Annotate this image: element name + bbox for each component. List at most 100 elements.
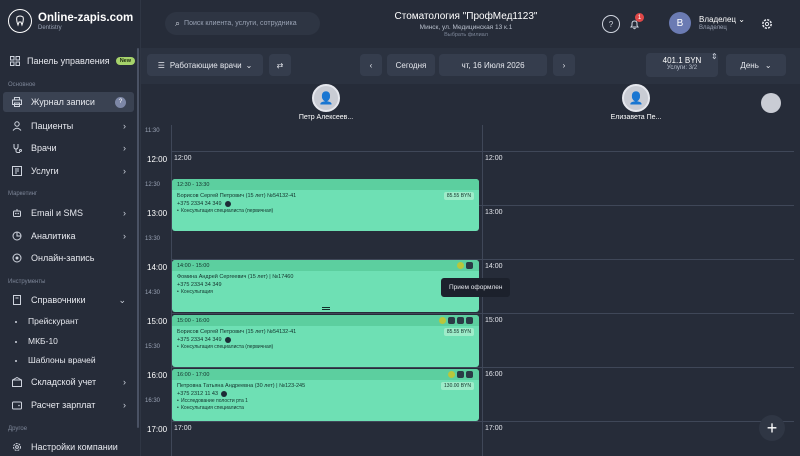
service-item: Исследование полости рта 1 [172, 397, 479, 404]
chevron-right-icon: › [123, 166, 126, 176]
online-booking-icon [10, 251, 24, 265]
patient-name: Петровна Татьяна Андреевна (30 лет) | №1… [177, 383, 306, 389]
help-icon[interactable]: ? [602, 15, 620, 33]
price-badge: 85.55 BYN [443, 328, 474, 336]
status-tooltip: Прием оформлен [441, 278, 511, 297]
total-value: 401.1 BYN [662, 56, 702, 65]
filter-settings-button[interactable]: ⇄ [269, 54, 291, 76]
sidebar: Online-zapis.com Dentistry Панель управл… [0, 0, 141, 456]
services-icon [10, 164, 24, 178]
check-icon[interactable] [457, 262, 464, 269]
price-badge: 130.00 BYN [441, 382, 474, 390]
user-icon [10, 119, 24, 133]
view-mode-dropdown[interactable]: День ⌄ [726, 54, 786, 76]
lock-icon[interactable] [466, 262, 473, 269]
brand[interactable]: Online-zapis.com Dentistry [8, 9, 134, 33]
doctor-avatar: 👤 [622, 84, 650, 112]
sidebar-subitem-pricelist[interactable]: Прейскурант [15, 316, 79, 326]
image-icon[interactable] [448, 317, 455, 324]
sidebar-item-journal[interactable]: Журнал записи ? [3, 92, 134, 112]
sidebar-scrollbar[interactable] [137, 48, 139, 428]
sidebar-item-label: Расчет зарплат [31, 400, 96, 410]
avatar[interactable]: В [669, 12, 691, 34]
sidebar-subitem-mkb[interactable]: МКБ-10 [15, 336, 58, 346]
section-label: Маркетинг [8, 191, 38, 197]
check-icon[interactable] [439, 317, 446, 324]
section-label: Другое [8, 426, 28, 432]
next-day-button[interactable]: › [553, 54, 575, 76]
sidebar-item-doctors[interactable]: Врачи › [3, 138, 134, 158]
clinic-title: Стоматология "ПрофМед1123" [394, 11, 538, 22]
book-icon [10, 293, 24, 307]
clinic-address: Минск, ул. Медицинская 13 к.1 [419, 24, 513, 31]
sidebar-item-services[interactable]: Услуги › [3, 161, 134, 181]
time-label: 16:00 [147, 371, 168, 380]
time-label: 15:30 [145, 344, 161, 350]
sort-icon[interactable]: ⇕ [711, 52, 718, 61]
appointment-card[interactable]: 12:30 - 13:30 Борисов Сергей Петрович (1… [172, 179, 479, 231]
lock-icon[interactable] [466, 371, 473, 378]
sidebar-item-stock[interactable]: Складской учет › [3, 372, 134, 392]
sidebar-item-online[interactable]: Онлайн-запись [3, 248, 134, 268]
doctor-column-header[interactable] [759, 84, 783, 113]
appointment-card[interactable]: 14:00 - 15:00 Фомина Андрей Сергеевич (1… [172, 260, 479, 312]
sidebar-subitem-templates[interactable]: Шаблоны врачей [15, 355, 96, 365]
search-input[interactable]: ⌕ Поиск клиента, услуги, сотрудника [165, 12, 320, 35]
bell-icon[interactable]: 1 [625, 13, 644, 33]
plus-icon: + [766, 417, 778, 438]
date-picker[interactable]: чт, 16 Июля 2026 [439, 54, 547, 76]
chevron-down-icon: ⌄ [118, 294, 126, 305]
time-label: 17:00 [147, 425, 168, 434]
sidebar-item-settings[interactable]: Настройки компании [3, 437, 134, 456]
sidebar-item-refs[interactable]: Справочники ⌄ [3, 290, 134, 310]
sidebar-item-label: Журнал записи [31, 97, 95, 107]
chevron-down-icon: ⌄ [764, 60, 772, 70]
appointment-card[interactable]: 15:00 - 16:00 Борисов Сергей Петрович (1… [172, 315, 479, 367]
tooth-logo-icon [8, 9, 32, 33]
appointment-card[interactable]: 16:00 - 17:00 Петровна Татьяна Андреевна… [172, 369, 479, 421]
calendar-toolbar: ☰ Работающие врачи ⌄ ⇄ ‹ Сегодня чт, 16 … [141, 48, 800, 84]
slot-time: 15:00 [485, 317, 503, 324]
sidebar-item-sms[interactable]: Email и SMS › [3, 203, 134, 223]
user-role: Владелец [699, 25, 727, 31]
status-icons [439, 317, 473, 324]
appointment-time: 15:00 - 16:00 [172, 315, 479, 326]
x-ray-icon[interactable] [457, 317, 464, 324]
sidebar-item-analytics[interactable]: Аналитика › [3, 226, 134, 246]
stethoscope-icon [10, 141, 24, 155]
resize-handle[interactable] [322, 307, 330, 310]
working-doctors-dropdown[interactable]: ☰ Работающие врачи ⌄ [147, 54, 263, 76]
appointment-time: 16:00 - 17:00 [172, 369, 479, 380]
prev-day-button[interactable]: ‹ [360, 54, 382, 76]
notification-count: 1 [635, 13, 644, 22]
schedule-grid[interactable]: 11:30 12:00 12:00 12:00 12:30 13:00 13:0… [141, 125, 800, 456]
doctor-column-header[interactable]: 👤 Елизавета Пе... [601, 84, 671, 121]
daily-total[interactable]: 401.1 BYN Услуги: 3/2 [646, 53, 718, 77]
settings-icon[interactable] [457, 371, 464, 378]
chevron-right-icon: › [123, 231, 126, 241]
add-appointment-button[interactable]: + [759, 415, 785, 441]
chevron-right-icon: › [123, 208, 126, 218]
user-menu[interactable]: Владелец ⌄ Владелец [699, 15, 745, 31]
sidebar-item-patients[interactable]: Пациенты › [3, 116, 134, 136]
doctor-column-header[interactable]: 👤 Петр Алексеев... [291, 84, 361, 121]
status-icons [457, 262, 473, 269]
section-label: Основное [8, 82, 36, 88]
time-label: 13:30 [145, 236, 161, 242]
sidebar-item-salary[interactable]: Расчет зарплат › [3, 395, 134, 415]
lock-icon[interactable] [466, 317, 473, 324]
hour-line [171, 367, 794, 368]
check-icon[interactable] [448, 371, 455, 378]
clinic-selector[interactable]: Стоматология "ПрофМед1123" Минск, ул. Ме… [341, 11, 591, 38]
user-name: Владелец [699, 15, 737, 24]
search-icon: ⌕ [175, 18, 181, 28]
doctor-avatar: 👤 [312, 84, 340, 112]
today-button[interactable]: Сегодня [387, 54, 435, 76]
top-bar: ⌕ Поиск клиента, услуги, сотрудника Стом… [141, 0, 800, 45]
sidebar-item-label: Настройки компании [31, 442, 118, 452]
settings-gear-icon[interactable] [758, 15, 776, 33]
change-branch-link[interactable]: Выбрать филиал [341, 32, 591, 38]
sidebar-item-dashboard[interactable]: Панель управления New [3, 51, 135, 71]
hour-line [171, 421, 794, 422]
printer-icon [10, 95, 24, 109]
